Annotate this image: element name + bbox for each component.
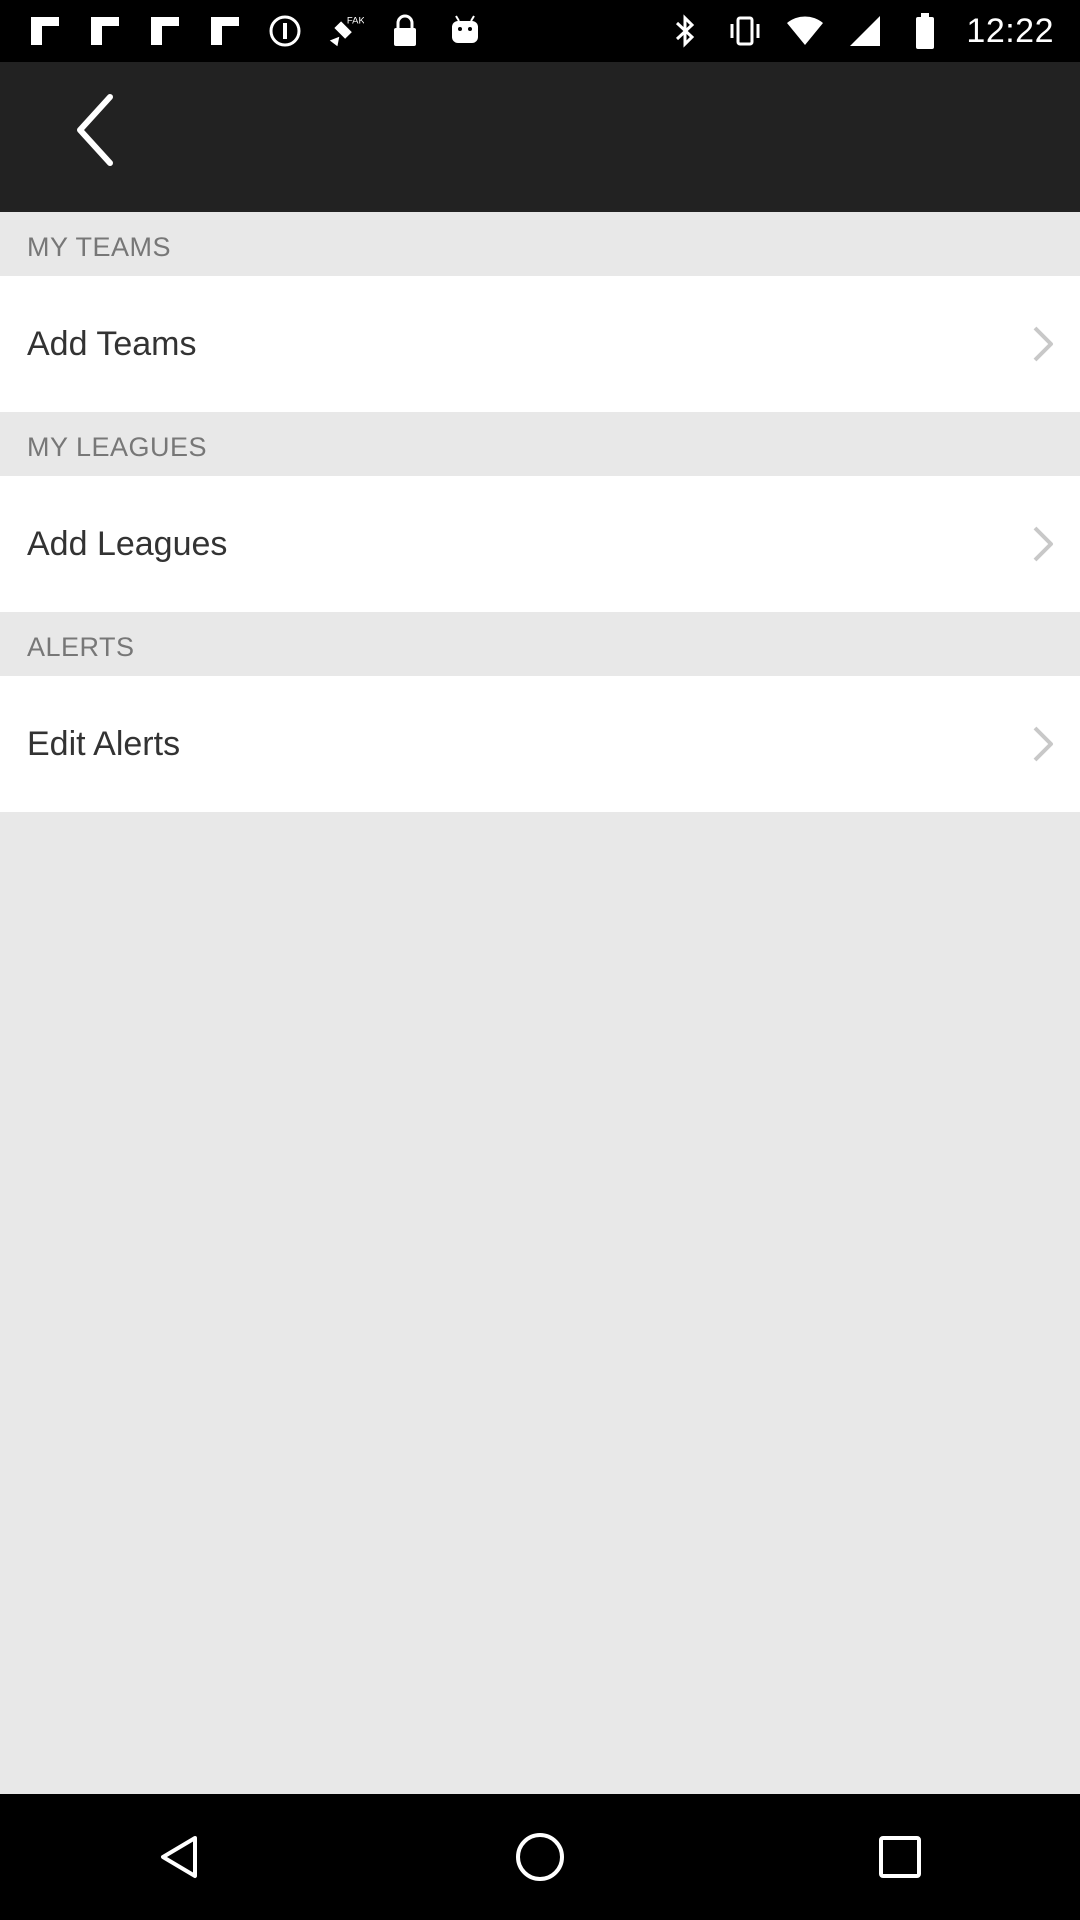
bluetooth-icon — [666, 11, 704, 51]
add-leagues-label: Add Leagues — [27, 524, 228, 563]
add-leagues-row[interactable]: Add Leagues — [0, 476, 1080, 612]
nav-home-button[interactable] — [480, 1807, 600, 1907]
wifi-icon — [786, 11, 824, 51]
edit-alerts-label: Edit Alerts — [27, 724, 181, 763]
back-button[interactable] — [60, 90, 130, 170]
back-arrow-icon — [77, 94, 113, 166]
fake-gps-icon: FAKE — [326, 11, 364, 51]
add-teams-label: Add Teams — [27, 324, 197, 363]
system-icons: 12:22 — [666, 11, 1054, 51]
navigation-bar — [0, 1794, 1080, 1920]
vibrate-icon — [726, 11, 764, 51]
triangle-back-icon — [161, 1836, 197, 1878]
status-time: 12:22 — [966, 11, 1054, 50]
app-bar — [0, 62, 1080, 212]
nav-recents-button[interactable] — [840, 1807, 960, 1907]
flipboard-icon — [146, 11, 184, 51]
signal-icon — [846, 11, 884, 51]
chevron-right-icon — [1028, 724, 1058, 764]
section-header-my-teams: MY TEAMS — [0, 212, 1080, 276]
flipboard-icon — [206, 11, 244, 51]
section-header-alerts: ALERTS — [0, 612, 1080, 676]
flipboard-icon — [86, 11, 124, 51]
chevron-right-icon — [1028, 324, 1058, 364]
svg-text:FAKE: FAKE — [347, 15, 364, 26]
flipboard-icon — [26, 11, 64, 51]
battery-icon — [906, 11, 944, 51]
circle-home-icon — [516, 1833, 564, 1881]
square-recents-icon — [879, 1836, 921, 1878]
edit-alerts-row[interactable]: Edit Alerts — [0, 676, 1080, 812]
notification-icons: FAKE — [26, 11, 484, 51]
status-bar: FAKE 12:22 — [0, 0, 1080, 62]
chevron-right-icon — [1028, 524, 1058, 564]
circle-icon — [266, 11, 304, 51]
lock-icon — [386, 11, 424, 51]
nav-back-button[interactable] — [120, 1807, 240, 1907]
android-icon — [446, 11, 484, 51]
add-teams-row[interactable]: Add Teams — [0, 276, 1080, 412]
settings-list: MY TEAMS Add Teams MY LEAGUES Add League… — [0, 212, 1080, 1794]
section-header-my-leagues: MY LEAGUES — [0, 412, 1080, 476]
